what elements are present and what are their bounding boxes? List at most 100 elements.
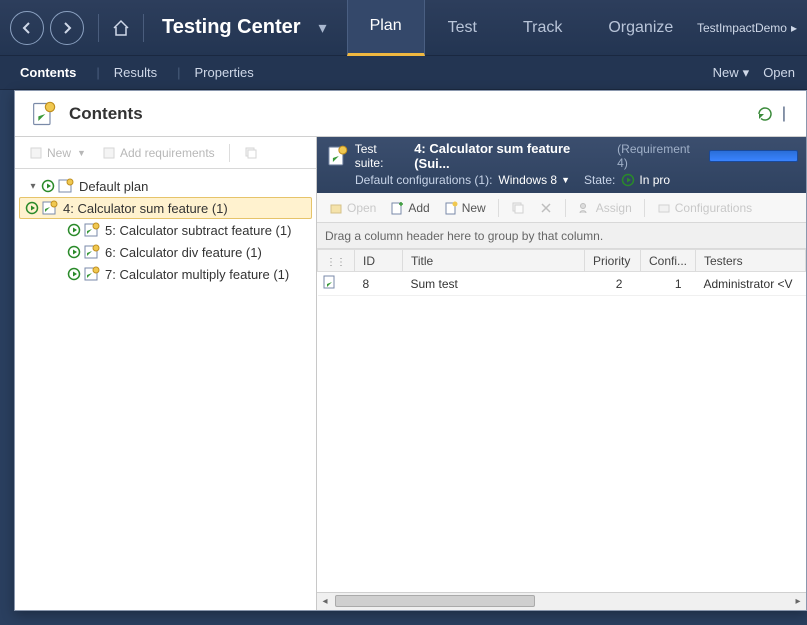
tree-item-label: 5: Calculator subtract feature (1) <box>105 223 291 238</box>
suite-icon <box>325 144 349 168</box>
chevron-down-icon: ▾ <box>743 65 750 81</box>
assign-icon <box>578 201 592 215</box>
grid-toolbar: Open Add New <box>317 193 806 223</box>
delete-button[interactable] <box>533 199 559 217</box>
tree-pane: New ▼ Add requirements ▾ Default plan <box>15 137 317 610</box>
grid-row[interactable]: 8 Sum test 2 1 Administrator <V <box>318 272 806 296</box>
tree-toolbar: New ▼ Add requirements <box>15 137 316 169</box>
suite-icon <box>83 244 101 260</box>
grid-header-row: ⋮⋮ ID Title Priority Confi... Testers <box>318 250 806 272</box>
tab-plan[interactable]: Plan <box>347 0 425 56</box>
tree-item[interactable]: 4: Calculator sum feature (1) <box>19 197 312 219</box>
home-button[interactable] <box>107 14 135 42</box>
state-value[interactable]: In pro <box>621 173 670 187</box>
test-icon <box>322 274 338 290</box>
tab-organize[interactable]: Organize <box>585 0 696 56</box>
panel-title: Contents <box>69 104 143 124</box>
tab-test[interactable]: Test <box>425 0 500 56</box>
state-label: State: <box>584 173 615 187</box>
tree-more-button[interactable] <box>238 144 264 162</box>
divider <box>98 14 99 42</box>
new-icon <box>444 201 458 215</box>
new-dropdown[interactable]: New ▾ <box>713 65 750 81</box>
horizontal-scrollbar[interactable]: ◂ ▸ <box>317 592 806 610</box>
separator: | <box>782 105 786 123</box>
separator: | <box>177 65 180 80</box>
collapse-icon[interactable]: ▾ <box>27 181 39 192</box>
play-icon <box>67 223 81 237</box>
back-button[interactable] <box>10 11 44 45</box>
sub-bar: Contents | Results | Properties New ▾ Op… <box>0 56 807 90</box>
assign-button[interactable]: Assign <box>572 199 638 217</box>
scrollbar-thumb[interactable] <box>335 595 535 607</box>
play-icon <box>67 267 81 281</box>
tree-item-label: 4: Calculator sum feature (1) <box>63 201 228 216</box>
config-icon <box>657 201 671 215</box>
tab-track[interactable]: Track <box>500 0 585 56</box>
subtab-contents[interactable]: Contents <box>12 61 84 84</box>
col-config[interactable]: Confi... <box>640 250 695 272</box>
cell-id: 8 <box>355 272 403 296</box>
cell-priority: 2 <box>584 272 640 296</box>
suite-title: 4: Calculator sum feature (Sui... <box>414 141 607 171</box>
add-button[interactable]: Add <box>384 199 435 217</box>
cell-title: Sum test <box>403 272 585 296</box>
title-dropdown[interactable]: ▾ <box>319 18 327 38</box>
contents-icon <box>29 100 57 128</box>
col-priority[interactable]: Priority <box>584 250 640 272</box>
suite-icon <box>83 266 101 282</box>
subtab-results[interactable]: Results <box>106 61 165 84</box>
copy-button[interactable] <box>505 199 531 217</box>
chevron-right-icon: ▸ <box>791 21 797 35</box>
tree-item[interactable]: 5: Calculator subtract feature (1) <box>19 219 312 241</box>
config-dropdown[interactable]: Windows 8 ▼ <box>498 173 570 187</box>
tree-root-label: Default plan <box>79 179 148 194</box>
project-name: TestImpactDemo <box>697 21 787 35</box>
suite-icon <box>83 222 101 238</box>
group-by-hint[interactable]: Drag a column header here to group by th… <box>317 223 806 249</box>
chevron-down-icon: ▼ <box>561 175 570 185</box>
separator <box>498 199 499 217</box>
tree-new-button[interactable]: New ▼ <box>23 144 92 162</box>
detail-pane: Test suite: 4: Calculator sum feature (S… <box>317 137 806 610</box>
open-icon <box>329 201 343 215</box>
tree-item[interactable]: 7: Calculator multiply feature (1) <box>19 263 312 285</box>
play-icon <box>621 173 635 187</box>
tree-item[interactable]: 6: Calculator div feature (1) <box>19 241 312 263</box>
suite-requirement: (Requirement 4) <box>617 142 703 170</box>
add-requirements-button[interactable]: Add requirements <box>96 144 221 162</box>
test-grid: ⋮⋮ ID Title Priority Confi... Testers <box>317 249 806 592</box>
refresh-icon[interactable] <box>756 105 774 123</box>
copy-icon <box>511 201 525 215</box>
forward-button[interactable] <box>50 11 84 45</box>
progress-bar <box>709 150 798 162</box>
col-title[interactable]: Title <box>403 250 585 272</box>
requirements-icon <box>102 146 116 160</box>
subtab-properties[interactable]: Properties <box>186 61 261 84</box>
scroll-right-icon[interactable]: ▸ <box>790 593 806 609</box>
project-dropdown[interactable]: TestImpactDemo ▸ <box>697 21 797 35</box>
separator <box>644 199 645 217</box>
scroll-left-icon[interactable]: ◂ <box>317 593 333 609</box>
new-button[interactable]: New <box>438 199 492 217</box>
col-testers[interactable]: Testers <box>696 250 806 272</box>
top-bar: Testing Center ▾ Plan Test Track Organiz… <box>0 0 807 56</box>
panel-header: Contents | <box>15 91 806 137</box>
tree-item-label: 7: Calculator multiply feature (1) <box>105 267 289 282</box>
content-panel: Contents | New ▼ Add requirements <box>14 90 807 611</box>
suite-header: Test suite: 4: Calculator sum feature (S… <box>317 137 806 193</box>
open-button[interactable]: Open <box>323 199 382 217</box>
open-button[interactable]: Open <box>763 65 795 80</box>
play-icon <box>67 245 81 259</box>
cell-config: 1 <box>640 272 695 296</box>
play-icon <box>25 201 39 215</box>
copy-icon <box>244 146 258 160</box>
configurations-button[interactable]: Configurations <box>651 199 758 217</box>
suite-label: Test suite: <box>355 142 408 170</box>
chevron-down-icon: ▼ <box>77 148 86 158</box>
col-id[interactable]: ID <box>355 250 403 272</box>
suite-icon <box>41 200 59 216</box>
tree: ▾ Default plan 4: Calculator sum feature… <box>15 169 316 610</box>
col-drag[interactable]: ⋮⋮ <box>318 250 355 272</box>
tree-root[interactable]: ▾ Default plan <box>19 175 312 197</box>
